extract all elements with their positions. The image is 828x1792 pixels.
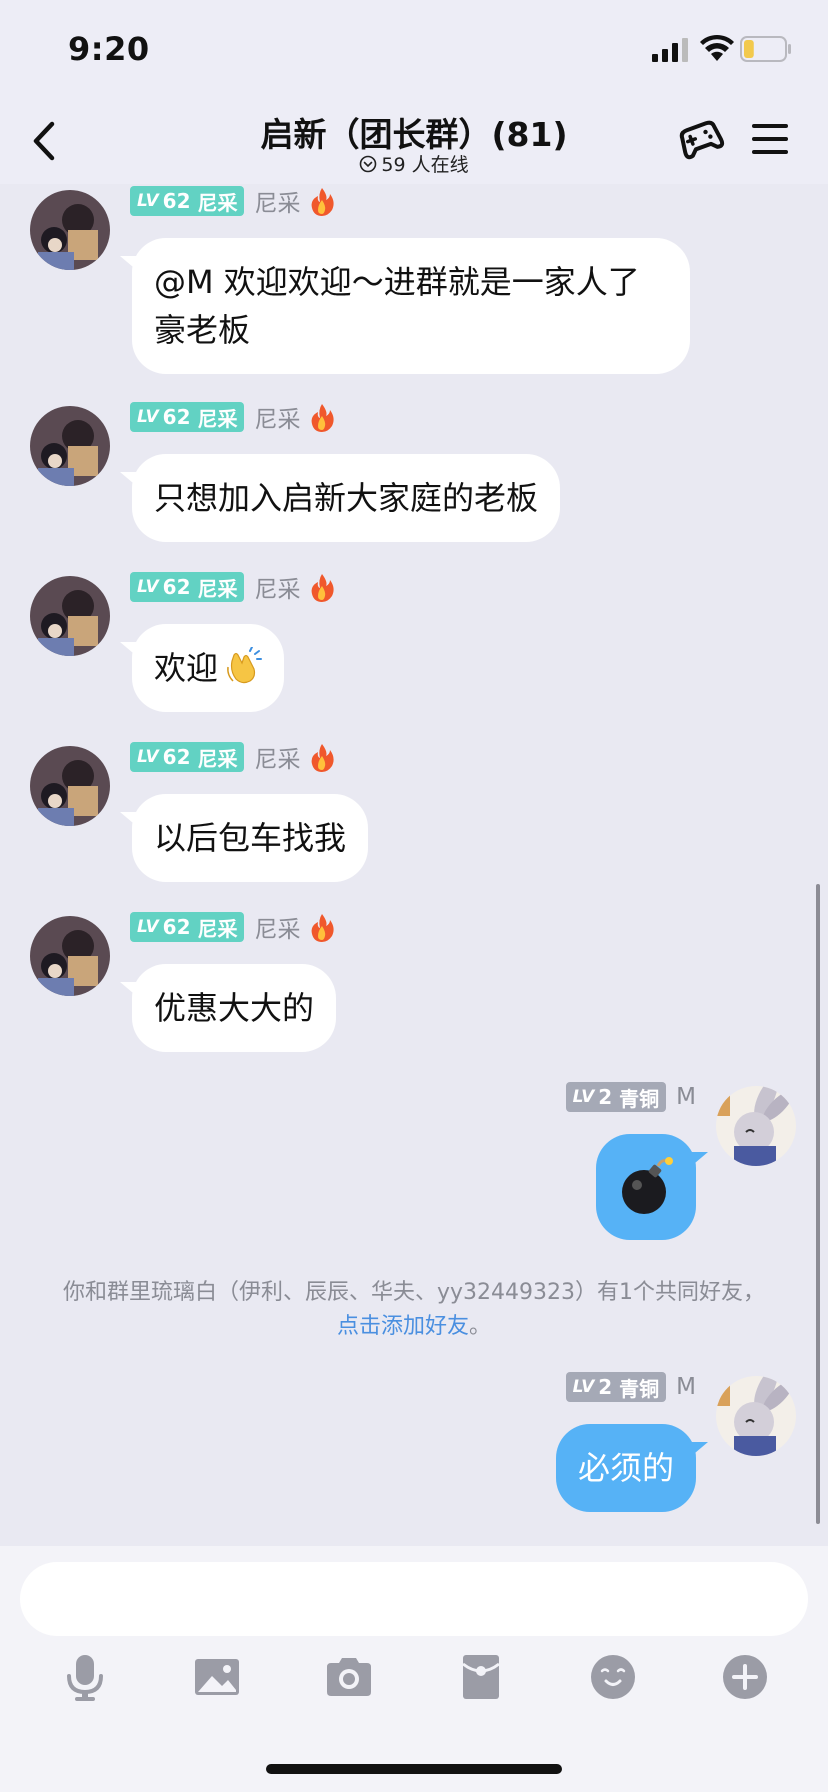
wifi-icon (700, 34, 734, 61)
message-text: 必须的 (577, 1449, 674, 1487)
online-count-text: 59 人在线 (381, 154, 469, 176)
sender-name[interactable]: 尼采 (254, 400, 300, 434)
sender-name[interactable]: 尼采 (254, 910, 300, 944)
my-name: M (676, 1084, 696, 1110)
notice-text: 你和群里琉璃白（伊利、辰辰、华夫、yy32449323）有1个共同好友， (62, 1280, 765, 1305)
message-input[interactable] (20, 1562, 808, 1636)
status-bar: 9:20 (0, 0, 828, 100)
fire-icon (312, 574, 335, 602)
red-packet-icon[interactable] (456, 1652, 506, 1702)
fire-icon (312, 188, 335, 216)
level-badge: LV 2 青铜 (565, 1082, 667, 1112)
level-badge: LV 62 尼采 (130, 186, 245, 216)
notice-end: 。 (469, 1314, 492, 1339)
my-message-bubble[interactable] (596, 1134, 696, 1240)
my-avatar[interactable] (716, 1376, 796, 1456)
chat-scrollbar[interactable] (816, 884, 820, 1524)
battery-icon (740, 36, 791, 62)
my-meta: LV 2 青铜 M (565, 1082, 696, 1112)
clapping-hands-icon (227, 647, 263, 684)
cellular-signal-icon (652, 38, 688, 62)
level-badge: LV 62 尼采 (130, 572, 245, 602)
sender-meta: LV 62 尼采 尼采 (130, 184, 336, 218)
sender-avatar[interactable] (30, 190, 110, 270)
message-bubble[interactable]: 优惠大大的 (132, 964, 337, 1052)
menu-icon[interactable] (750, 122, 790, 156)
message-text: 以后包车找我 (154, 819, 347, 857)
message-bubble[interactable]: 以后包车找我 (132, 794, 369, 882)
message-bubble[interactable]: 只想加入启新大家庭的老板 (132, 454, 561, 542)
mutual-friend-notice: 你和群里琉璃白（伊利、辰辰、华夫、yy32449323）有1个共同好友， 点击添加… (56, 1276, 772, 1344)
message-text: @M 欢迎欢迎～进群就是一家人了豪老板 (154, 263, 640, 349)
input-toolbar (0, 1652, 828, 1722)
sender-meta: LV 62 尼采 尼采 (130, 570, 336, 604)
fire-icon (312, 404, 335, 432)
my-message-bubble[interactable]: 必须的 (555, 1424, 696, 1512)
sender-avatar[interactable] (30, 576, 110, 656)
level-badge: LV 62 尼采 (130, 912, 245, 942)
fire-icon (312, 744, 335, 772)
sender-name[interactable]: 尼采 (254, 740, 300, 774)
emoji-icon[interactable] (588, 1652, 638, 1702)
my-avatar[interactable] (716, 1086, 796, 1166)
image-icon[interactable] (192, 1652, 242, 1702)
plus-icon[interactable] (720, 1652, 770, 1702)
message-text: 优惠大大的 (154, 989, 315, 1027)
my-name: M (676, 1374, 696, 1400)
message-bubble[interactable]: 欢迎 (132, 624, 285, 712)
online-status-icon (360, 155, 377, 173)
chat-messages[interactable]: LV 62 尼采 尼采 @M 欢迎欢迎～进群就是一家人了豪老板 LV 62 尼采 尼… (0, 184, 828, 1546)
sender-avatar[interactable] (30, 406, 110, 486)
status-time: 9:20 (68, 30, 150, 68)
bomb-icon (622, 1157, 673, 1214)
sender-name[interactable]: 尼采 (254, 184, 300, 218)
message-text: 欢迎 (154, 649, 219, 687)
message-text: 只想加入启新大家庭的老板 (154, 479, 539, 517)
sender-avatar[interactable] (30, 916, 110, 996)
level-badge: LV 2 青铜 (565, 1372, 667, 1402)
sender-meta: LV 62 尼采 尼采 (130, 910, 336, 944)
add-friend-link[interactable]: 点击添加好友 (337, 1314, 469, 1339)
game-controller-icon[interactable] (676, 116, 726, 164)
chat-header: 启新（团长群）(81) 59 人在线 (0, 100, 828, 184)
microphone-icon[interactable] (60, 1652, 110, 1702)
fire-icon (312, 914, 335, 942)
input-area (0, 1546, 828, 1792)
my-meta: LV 2 青铜 M (565, 1372, 696, 1402)
level-badge: LV 62 尼采 (130, 402, 245, 432)
sender-meta: LV 62 尼采 尼采 (130, 400, 336, 434)
home-indicator[interactable] (266, 1764, 562, 1774)
camera-icon[interactable] (324, 1652, 374, 1702)
sender-name[interactable]: 尼采 (254, 570, 300, 604)
sender-meta: LV 62 尼采 尼采 (130, 740, 336, 774)
level-badge: LV 62 尼采 (130, 742, 245, 772)
sender-avatar[interactable] (30, 746, 110, 826)
message-bubble[interactable]: @M 欢迎欢迎～进群就是一家人了豪老板 (132, 238, 690, 374)
